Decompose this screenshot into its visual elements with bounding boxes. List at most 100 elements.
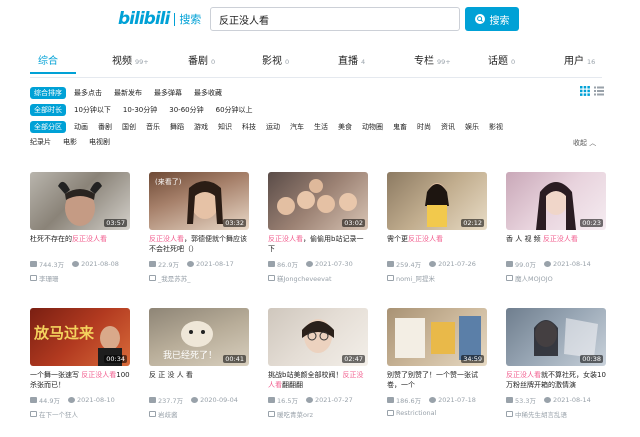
uploader-icon	[506, 411, 513, 417]
clock-icon	[543, 261, 551, 267]
collapse-toggle[interactable]: 收起 ︿	[573, 138, 596, 148]
uploader-icon	[506, 275, 513, 281]
video-thumbnail[interactable]: 02:47	[268, 308, 368, 366]
zone-option[interactable]: 电视剧	[89, 137, 110, 147]
search-button-label: 搜索	[489, 15, 510, 27]
duration-option[interactable]: 30-60分钟	[169, 105, 203, 115]
video-author[interactable]: Restrictional	[387, 409, 487, 417]
zone-option[interactable]: 音乐	[146, 122, 160, 132]
video-thumbnail[interactable]: 03:02	[268, 172, 368, 230]
video-author[interactable]: 中稀先生胡言乱语	[506, 409, 606, 419]
zone-option[interactable]: 番剧	[98, 122, 112, 132]
video-thumbnail[interactable]: 00:23	[506, 172, 606, 230]
logo-suffix: 搜索	[179, 13, 202, 26]
zone-option[interactable]: 娱乐	[465, 122, 479, 132]
tab-bangumi[interactable]: 番剧 0	[188, 52, 215, 67]
video-author[interactable]: 魔人MOJOJO	[506, 273, 606, 283]
zone-option[interactable]: 电影	[63, 137, 77, 147]
sort-option[interactable]: 最多收藏	[194, 88, 222, 98]
clock-icon	[429, 397, 437, 403]
video-thumbnail[interactable]: 02:12	[387, 172, 487, 230]
video-author[interactable]: 李珊珊	[30, 273, 130, 283]
tab-topic[interactable]: 话题 0	[488, 52, 515, 67]
video-author[interactable]: nomi_阿提米	[387, 273, 487, 283]
video-card[interactable]: 放马过来 00:34 一个舞一张速写 反正没人看100杀张而已！ 44.9万 20…	[30, 308, 130, 419]
zone-option[interactable]: 纪录片	[30, 137, 51, 147]
video-card[interactable]: 03:02 反正没人看，偷偷用b站记录一下 86.0万 2021-07-30 糕J…	[268, 172, 368, 283]
video-card[interactable]: 我已经死了！ 00:41 反 正 没 人 看 237.7万 2020-09-04 …	[149, 308, 249, 419]
video-title[interactable]: 反正没人看，郭德便就个舞应该不会社死吧（）	[149, 234, 249, 254]
video-title[interactable]: 挑战b站美颜全部校阀！反正没人看翻翻翻	[268, 370, 368, 390]
zone-option[interactable]: 美食	[338, 122, 352, 132]
video-title[interactable]: 别赞了别赞了！一个赞一张试卷，一个	[387, 370, 487, 390]
sort-option[interactable]: 最多弹幕	[154, 88, 182, 98]
video-title[interactable]: 反正没人看就不算社死，女装10万粉丝牌开箱的激情演	[506, 370, 606, 390]
duration-option[interactable]: 10-30分钟	[123, 105, 157, 115]
svg-text:(来看了): (来看了)	[155, 178, 182, 186]
duration-option[interactable]: 60分钟以上	[216, 105, 253, 115]
video-card[interactable]: 00:23 香 人 视 频 反正没人看 99.0万 2021-08-14 魔人MO…	[506, 172, 606, 283]
duration-active[interactable]: 全部时长	[30, 104, 66, 116]
video-card[interactable]: 34:59 别赞了别赞了！一个赞一张试卷，一个 186.6万 2021-07-18…	[387, 308, 487, 417]
zone-option[interactable]: 知识	[218, 122, 232, 132]
play-count-icon	[149, 397, 156, 403]
video-thumbnail[interactable]: 00:38	[506, 308, 606, 366]
list-view-icon[interactable]	[594, 86, 604, 96]
video-card[interactable]: 00:38 反正没人看就不算社死，女装10万粉丝牌开箱的激情演 53.3万 202…	[506, 308, 606, 419]
tab-count: 16	[587, 58, 596, 66]
zone-option[interactable]: 影视	[489, 122, 503, 132]
video-title[interactable]: 需个更反正没人看	[387, 234, 487, 254]
video-thumbnail[interactable]: (来看了) 03:32	[149, 172, 249, 230]
zone-option[interactable]: 游戏	[194, 122, 208, 132]
video-duration: 03:32	[223, 219, 246, 227]
zone-option[interactable]: 舞蹈	[170, 122, 184, 132]
video-card[interactable]: 02:47 挑战b站美颜全部校阀！反正没人看翻翻翻 16.5万 2021-07-2…	[268, 308, 368, 419]
tab-user[interactable]: 用户 16	[564, 52, 595, 67]
zone-option[interactable]: 鬼畜	[393, 122, 407, 132]
tab-film[interactable]: 影视 0	[262, 52, 289, 67]
search-input[interactable]: 反正没人看	[210, 7, 460, 31]
zone-option[interactable]: 时尚	[417, 122, 431, 132]
sort-option[interactable]: 最多点击	[74, 88, 102, 98]
video-thumbnail[interactable]: 03:57	[30, 172, 130, 230]
sort-active[interactable]: 综合排序	[30, 87, 66, 99]
video-thumbnail[interactable]: 34:59	[387, 308, 487, 366]
video-author[interactable]: 糕Jongcheveevat	[268, 273, 368, 283]
zone-option[interactable]: 动物圈	[362, 122, 383, 132]
tab-video[interactable]: 视频 99+	[112, 52, 149, 67]
zone-option[interactable]: 国创	[122, 122, 136, 132]
zone-option[interactable]: 科技	[242, 122, 256, 132]
video-title[interactable]: 一个舞一张速写 反正没人看100杀张而已！	[30, 370, 130, 390]
video-author[interactable]: 岩歧酱	[149, 409, 249, 419]
zone-filter-row2: 纪录片 电影 电视剧	[30, 137, 122, 147]
zone-option[interactable]: 运动	[266, 122, 280, 132]
video-author[interactable]: 在下一个狂人	[30, 409, 130, 419]
video-title[interactable]: 反 正 没 人 看	[149, 370, 249, 390]
video-card[interactable]: 02:12 需个更反正没人看 259.4万 2021-07-26 nomi_阿提米	[387, 172, 487, 283]
zone-active[interactable]: 全部分区	[30, 121, 66, 133]
duration-option[interactable]: 10分钟以下	[74, 105, 111, 115]
bilibili-logo[interactable]: bilibili 搜索	[118, 8, 201, 30]
video-author[interactable]: 暖吃青菜orz	[268, 409, 368, 419]
video-thumbnail[interactable]: 放马过来 00:34	[30, 308, 130, 366]
video-title[interactable]: 杜死不存在的反正没人看	[30, 234, 130, 254]
chevron-up-icon: ︿	[589, 139, 597, 147]
video-card[interactable]: 03:57 杜死不存在的反正没人看 744.3万 2021-08-08 李珊珊	[30, 172, 130, 283]
view-toggle	[580, 86, 604, 96]
grid-view-icon[interactable]	[580, 86, 590, 96]
sort-option[interactable]: 最新发布	[114, 88, 142, 98]
tab-live[interactable]: 直播 4	[338, 52, 365, 67]
search-button[interactable]: 搜索	[465, 7, 519, 31]
video-duration: 00:23	[580, 219, 603, 227]
tab-article[interactable]: 专栏 99+	[414, 52, 451, 67]
video-title[interactable]: 香 人 视 频 反正没人看	[506, 234, 606, 254]
video-card[interactable]: (来看了) 03:32 反正没人看，郭德便就个舞应该不会社死吧（） 22.9万 2…	[149, 172, 249, 283]
video-thumbnail[interactable]: 我已经死了！ 00:41	[149, 308, 249, 366]
tab-all[interactable]: 综合	[38, 52, 58, 67]
video-title[interactable]: 反正没人看，偷偷用b站记录一下	[268, 234, 368, 254]
zone-option[interactable]: 生活	[314, 122, 328, 132]
zone-option[interactable]: 资讯	[441, 122, 455, 132]
video-author[interactable]: _我是苏苏_	[149, 273, 249, 283]
zone-option[interactable]: 汽车	[290, 122, 304, 132]
zone-option[interactable]: 动画	[74, 122, 88, 132]
